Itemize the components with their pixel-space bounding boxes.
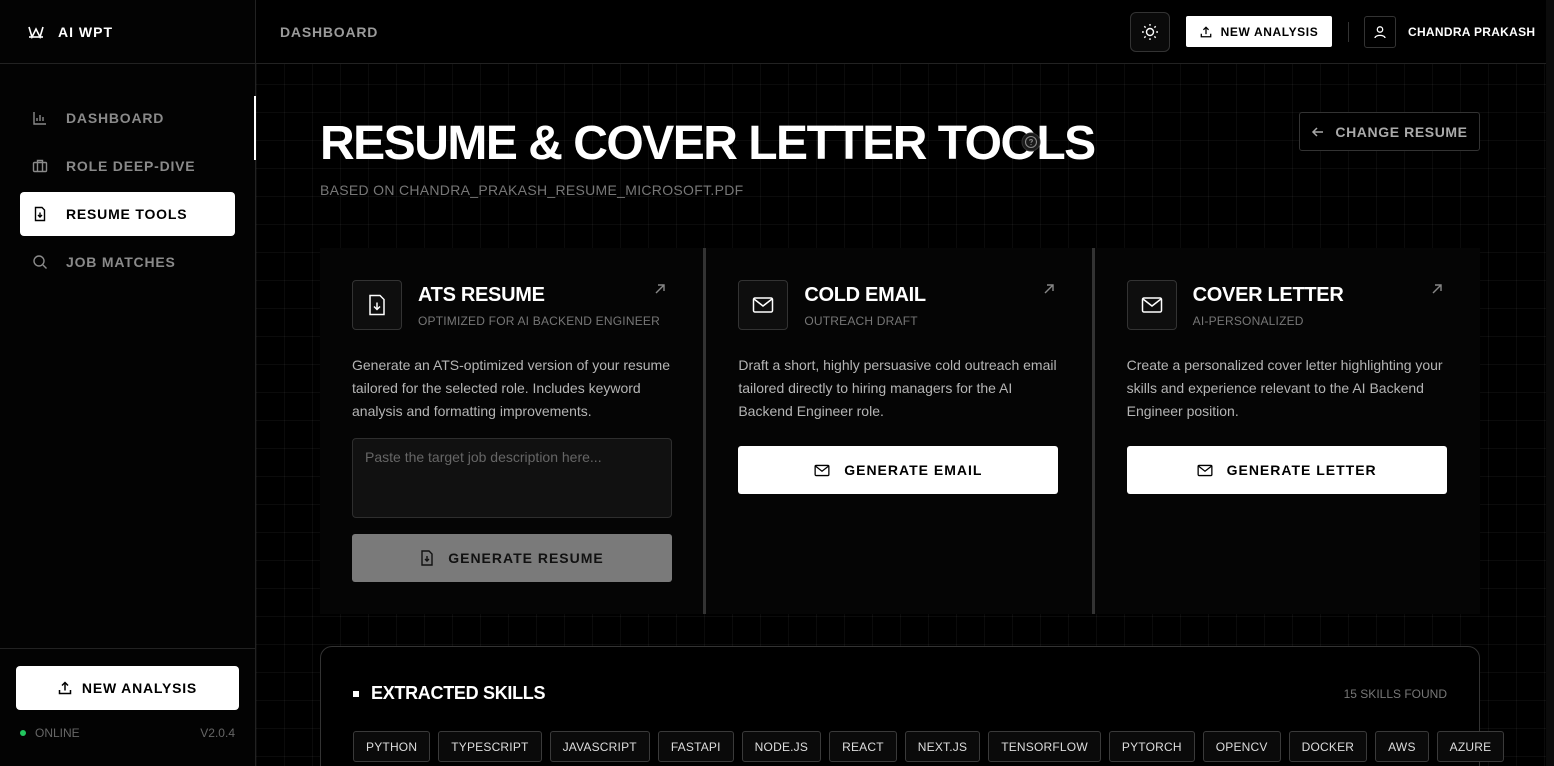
card-icon-container bbox=[352, 280, 402, 330]
skill-chip: OPENCV bbox=[1202, 731, 1281, 762]
upload-icon bbox=[1200, 25, 1212, 37]
sidebar-item-label: ROLE DEEP-DIVE bbox=[66, 158, 196, 174]
card-icon-container bbox=[1126, 280, 1177, 330]
skill-chip: FASTAPI bbox=[657, 731, 734, 762]
help-icon[interactable] bbox=[1021, 132, 1041, 152]
user-icon bbox=[1374, 26, 1386, 39]
skill-chip: NODE.JS bbox=[741, 731, 822, 762]
skill-chip: DOCKER bbox=[1288, 731, 1368, 762]
card-subtitle: AI-PERSONALIZED bbox=[1192, 314, 1304, 328]
card-description: Draft a short, highly persuasive cold ou… bbox=[738, 357, 1057, 419]
status-indicator: ONLINE bbox=[20, 726, 80, 740]
skills-header: EXTRACTED SKILLS bbox=[353, 683, 546, 704]
sidebar-item-label: JOB MATCHES bbox=[66, 254, 176, 270]
cold-email-card: COLD EMAIL OUTREACH DRAFT Draft a short,… bbox=[706, 248, 1092, 614]
page-subtitle: BASED ON CHANDRA_PRAKASH_RESUME_MICROSOF… bbox=[320, 182, 744, 198]
sidebar-item-resume-tools[interactable]: RESUME TOOLS bbox=[20, 192, 235, 236]
sidebar-item-dashboard[interactable]: DASHBOARD bbox=[20, 96, 235, 140]
version-label: V2.0.4 bbox=[200, 726, 235, 740]
sidebar-new-analysis-label: NEW ANALYSIS bbox=[81, 680, 198, 696]
skills-title: EXTRACTED SKILLS bbox=[371, 683, 546, 703]
skill-chip: TYPESCRIPT bbox=[438, 731, 542, 762]
sidebar-item-role-deep-dive[interactable]: ROLE DEEP-DIVE bbox=[20, 144, 235, 188]
brand-title: AI WPT bbox=[58, 23, 113, 40]
topbar-new-analysis-label: NEW ANALYSIS bbox=[1220, 24, 1319, 39]
generate-letter-button[interactable]: GENERATE LETTER bbox=[1126, 446, 1447, 494]
skills-count: 15 SKILLS FOUND bbox=[1343, 687, 1447, 701]
card-title: COLD EMAIL bbox=[804, 284, 926, 306]
change-resume-button[interactable]: CHANGE RESUME bbox=[1299, 112, 1480, 151]
file-download-icon bbox=[34, 206, 46, 222]
sidebar-item-label: RESUME TOOLS bbox=[66, 206, 188, 222]
bullet-icon bbox=[353, 690, 359, 697]
topbar-title: DASHBOARD bbox=[280, 23, 379, 40]
skill-chip: PYTHON bbox=[353, 731, 431, 762]
arrow-left-icon bbox=[1312, 126, 1324, 137]
topbar-divider bbox=[1348, 22, 1349, 42]
generate-resume-button[interactable]: GENERATE RESUME bbox=[352, 534, 672, 582]
generate-letter-label: GENERATE LETTER bbox=[1226, 462, 1377, 478]
ats-resume-card: ATS RESUME OPTIMIZED FOR AI BACKEND ENGI… bbox=[320, 248, 704, 614]
sun-icon bbox=[1142, 24, 1158, 40]
main-content: DASHBOARD NEW ANALYSIS CHANDRA PRAKASH R… bbox=[256, 0, 1554, 766]
mail-icon bbox=[1141, 297, 1162, 313]
user-menu[interactable]: CHANDRA PRAKASH bbox=[1364, 16, 1535, 48]
sidebar-footer: NEW ANALYSIS ONLINE V2.0.4 bbox=[0, 648, 255, 766]
generate-resume-label: GENERATE RESUME bbox=[448, 550, 604, 566]
mail-icon bbox=[753, 297, 774, 313]
card-description: Create a personalized cover letter highl… bbox=[1126, 357, 1443, 419]
sidebar-item-job-matches[interactable]: JOB MATCHES bbox=[20, 240, 235, 284]
generate-email-label: GENERATE EMAIL bbox=[844, 462, 983, 478]
sidebar: AI WPT DASHBOARD ROLE DEEP-DIVE RESUME T… bbox=[0, 0, 256, 766]
skill-chip: PYTORCH bbox=[1108, 731, 1195, 762]
skill-chip: NEXT.JS bbox=[904, 731, 981, 762]
search-icon bbox=[33, 255, 47, 269]
status-text: ONLINE bbox=[35, 726, 80, 740]
sidebar-new-analysis-button[interactable]: NEW ANALYSIS bbox=[16, 666, 239, 710]
skill-chip: JAVASCRIPT bbox=[549, 731, 650, 762]
theme-toggle-button[interactable] bbox=[1130, 12, 1170, 52]
status-dot-icon bbox=[20, 730, 26, 736]
bar-chart-icon bbox=[33, 112, 46, 125]
topbar: DASHBOARD NEW ANALYSIS CHANDRA PRAKASH bbox=[256, 0, 1546, 64]
tool-cards: ATS RESUME OPTIMIZED FOR AI BACKEND ENGI… bbox=[320, 248, 1480, 614]
file-download-icon bbox=[421, 550, 433, 566]
extracted-skills-panel: EXTRACTED SKILLS 15 SKILLS FOUND PYTHON … bbox=[320, 646, 1505, 766]
logo-icon bbox=[28, 26, 44, 39]
arrow-up-right-icon[interactable] bbox=[1042, 282, 1056, 296]
skill-chip: TENSORFLOW bbox=[988, 731, 1101, 762]
generate-email-button[interactable]: GENERATE EMAIL bbox=[738, 446, 1059, 494]
topbar-new-analysis-button[interactable]: NEW ANALYSIS bbox=[1186, 16, 1332, 47]
card-subtitle: OPTIMIZED FOR AI BACKEND ENGINEER bbox=[418, 314, 660, 328]
card-subtitle: OUTREACH DRAFT bbox=[804, 314, 918, 328]
skill-chip: AZURE bbox=[1436, 731, 1505, 762]
cover-letter-card: COVER LETTER AI-PERSONALIZED Create a pe… bbox=[1094, 248, 1480, 614]
brand[interactable]: AI WPT bbox=[0, 0, 255, 64]
briefcase-icon bbox=[32, 159, 48, 173]
arrow-up-right-icon[interactable] bbox=[653, 282, 667, 296]
file-download-icon bbox=[369, 294, 385, 316]
sidebar-item-label: DASHBOARD bbox=[66, 110, 165, 126]
status-row: ONLINE V2.0.4 bbox=[16, 726, 239, 740]
user-name: CHANDRA PRAKASH bbox=[1408, 25, 1536, 39]
card-description: Generate an ATS-optimized version of you… bbox=[352, 357, 671, 419]
page-title: RESUME & COVER LETTER TOOLS bbox=[320, 117, 1096, 170]
skill-chip: AWS bbox=[1375, 731, 1429, 762]
mail-icon bbox=[1197, 464, 1213, 476]
card-icon-container bbox=[738, 280, 789, 330]
main-scrollbar[interactable] bbox=[1546, 0, 1554, 766]
upload-icon bbox=[58, 681, 72, 695]
avatar bbox=[1364, 16, 1396, 48]
change-resume-label: CHANGE RESUME bbox=[1335, 123, 1468, 140]
mail-icon bbox=[814, 464, 830, 476]
skill-chip: REACT bbox=[829, 731, 897, 762]
skills-list: PYTHON TYPESCRIPT JAVASCRIPT FASTAPI NOD… bbox=[353, 731, 1505, 762]
card-title: COVER LETTER bbox=[1192, 284, 1344, 306]
sidebar-nav: DASHBOARD ROLE DEEP-DIVE RESUME TOOLS JO… bbox=[0, 64, 255, 284]
job-description-input[interactable] bbox=[352, 438, 672, 518]
arrow-up-right-icon[interactable] bbox=[1430, 282, 1444, 296]
card-title: ATS RESUME bbox=[418, 284, 545, 306]
app-root: AI WPT DASHBOARD ROLE DEEP-DIVE RESUME T… bbox=[0, 0, 1554, 766]
